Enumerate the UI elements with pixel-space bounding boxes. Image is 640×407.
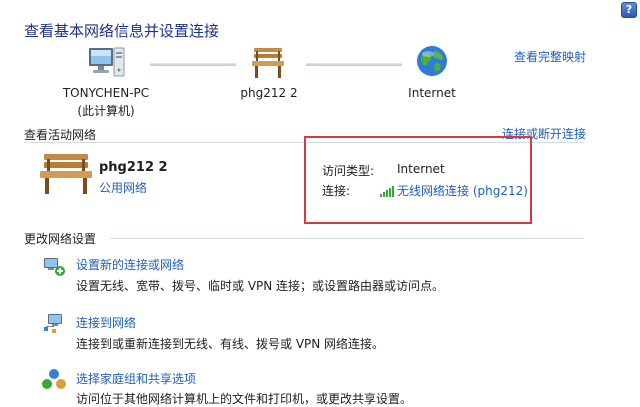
homegroup-sharing-link[interactable]: 选择家庭组和共享选项 bbox=[76, 370, 196, 387]
help-icon[interactable]: ? bbox=[621, 2, 637, 18]
homegroup-sharing-desc: 访问位于其他网络计算机上的文件和打印机，或更改共享设置。 bbox=[76, 392, 413, 406]
highlight-box bbox=[304, 136, 532, 224]
setup-new-connection-link[interactable]: 设置新的连接或网络 bbox=[76, 256, 184, 273]
active-networks-title: 查看活动网络 bbox=[24, 128, 97, 142]
connect-to-network-desc: 连接到或重新连接到无线、有线、拨号或 VPN 网络连接。 bbox=[76, 337, 385, 351]
network-bench-icon bbox=[38, 152, 94, 196]
computer-icon bbox=[86, 44, 126, 84]
computer-node-name: TONYCHEN-PC bbox=[62, 86, 150, 100]
change-settings-title: 更改网络设置 bbox=[24, 232, 97, 246]
map-connector-2 bbox=[306, 63, 402, 66]
setup-new-connection-desc: 设置无线、宽带、拨号、临时或 VPN 连接；或设置路由器或访问点。 bbox=[76, 279, 445, 293]
internet-node-name: Internet bbox=[408, 86, 456, 100]
network-node-name: phg212 2 bbox=[240, 86, 298, 100]
map-connector-1 bbox=[150, 63, 236, 66]
connect-network-icon bbox=[42, 311, 66, 335]
bench-icon bbox=[250, 46, 286, 80]
computer-node-subtitle: (此计算机) bbox=[77, 104, 135, 118]
globe-icon bbox=[416, 45, 448, 77]
view-full-map-link[interactable]: 查看完整映射 bbox=[514, 48, 586, 65]
change-settings-divider bbox=[110, 238, 584, 239]
connect-to-network-link[interactable]: 连接到网络 bbox=[76, 314, 136, 331]
network-type-link[interactable]: 公用网络 bbox=[99, 179, 147, 196]
homegroup-icon bbox=[42, 368, 66, 392]
page-title: 查看基本网络信息并设置连接 bbox=[24, 22, 220, 40]
new-connection-icon bbox=[42, 254, 66, 278]
active-network-name: phg212 2 bbox=[99, 160, 168, 175]
